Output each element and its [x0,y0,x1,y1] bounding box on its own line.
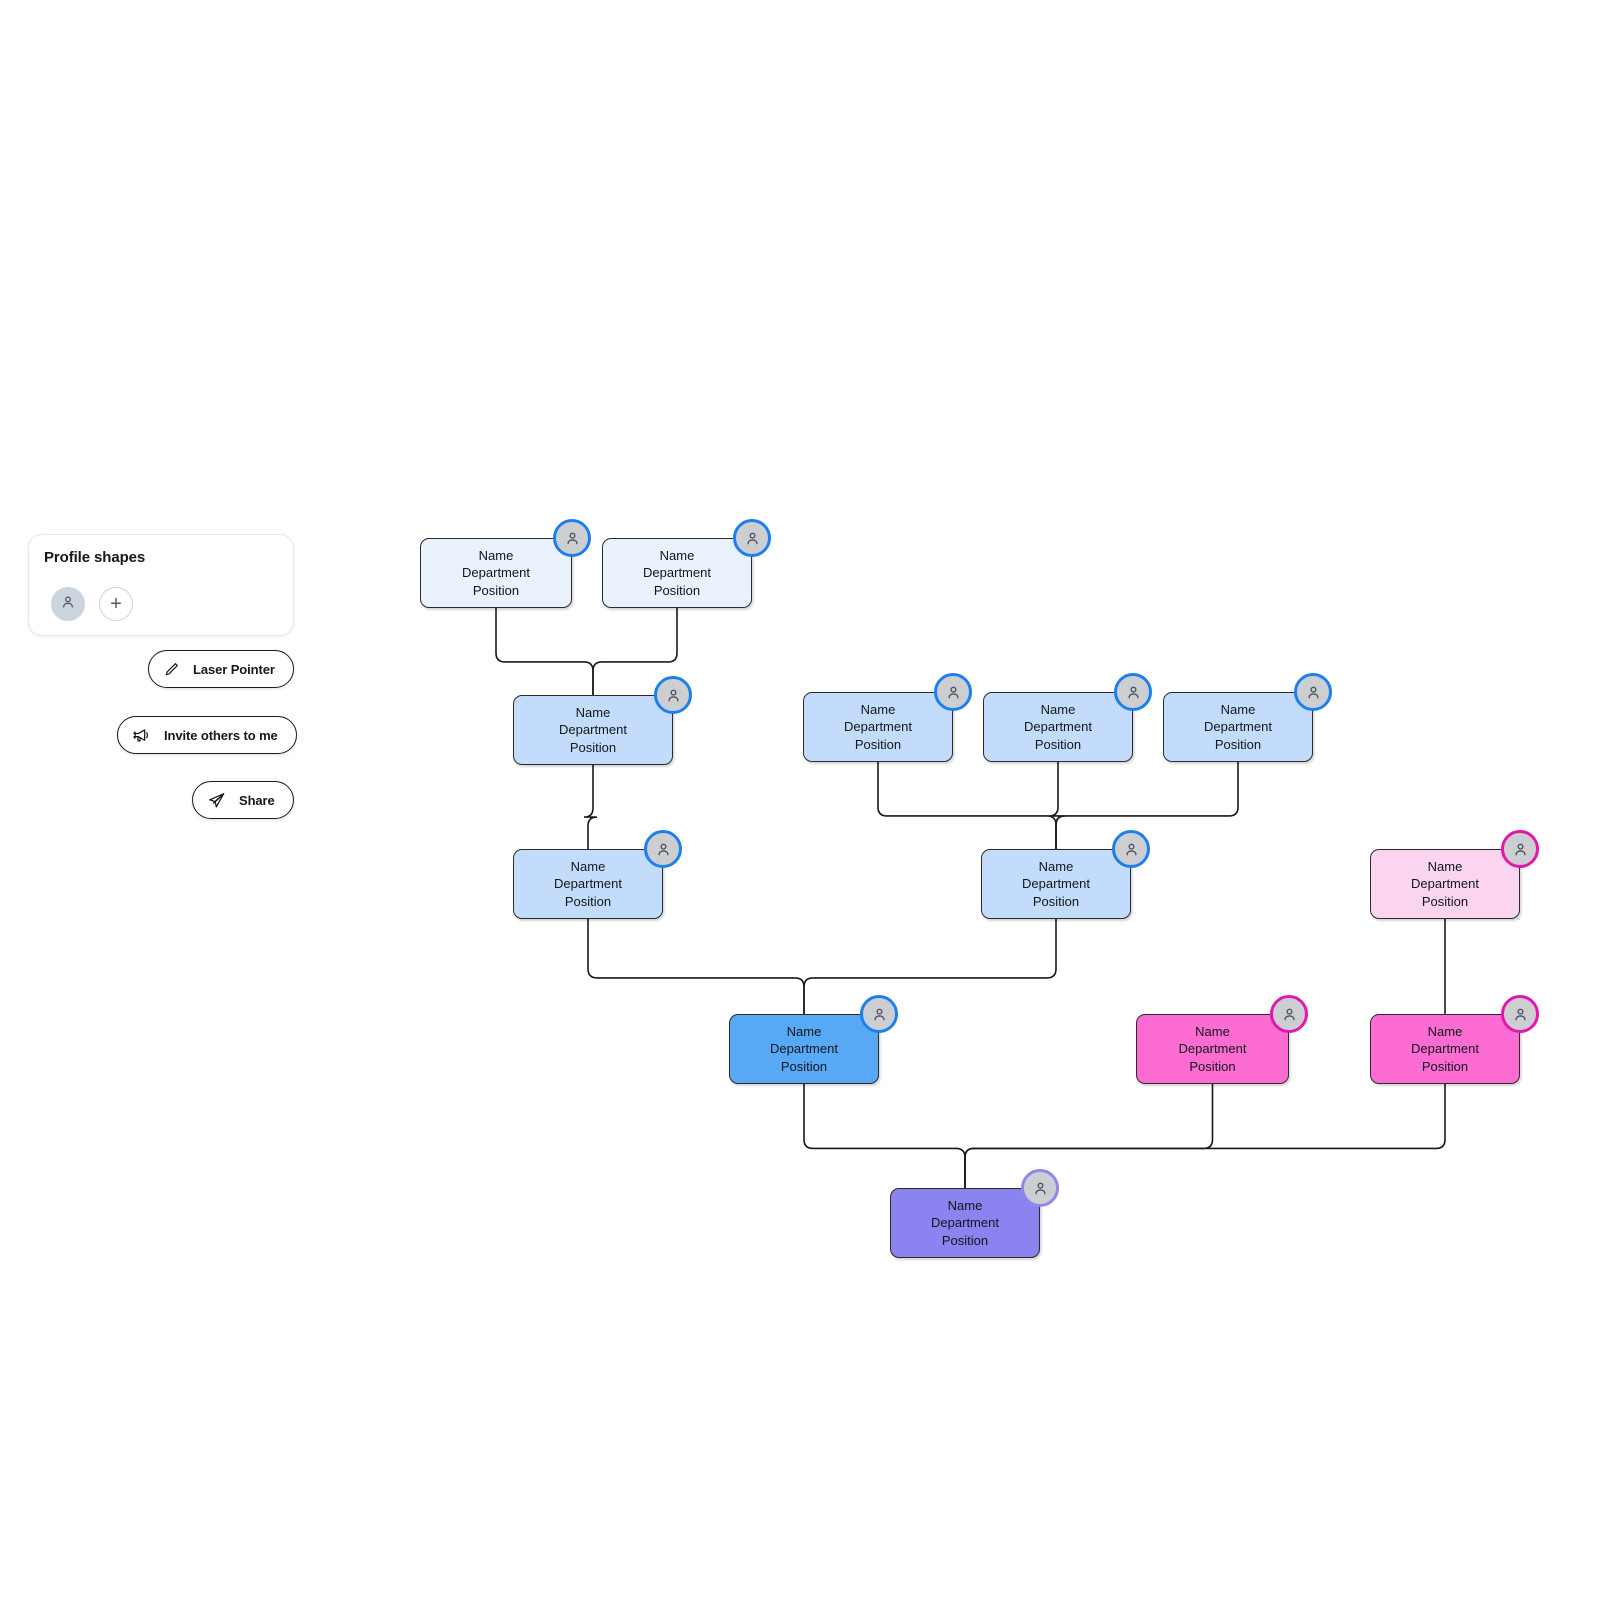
org-node-department: Department [643,565,711,581]
org-node-department: Department [559,722,627,738]
org-node-avatar-icon[interactable] [860,995,898,1033]
org-node-position: Position [854,736,902,752]
org-node[interactable]: Name Department Position [1163,692,1313,762]
org-node-name: Name [1427,1024,1463,1040]
whiteboard-canvas[interactable]: Name Department Position Name Department Posi… [0,0,1600,1600]
org-node-name: Name [1220,702,1256,718]
org-node-avatar-icon[interactable] [1270,995,1308,1033]
org-connector [587,919,805,1014]
org-node-name: Name [575,705,611,721]
share-label: Share [239,792,275,808]
org-connector [803,1084,966,1188]
org-connector [803,919,1057,1014]
org-node-position: Position [1189,1058,1236,1074]
org-node-avatar-icon[interactable] [733,519,771,557]
profile-shapes-panel: Profile shapes + [28,534,294,636]
org-connector [1055,762,1239,849]
megaphone-icon [132,726,151,745]
org-node-department: Department [1024,719,1092,735]
panel-title: Profile shapes [44,549,146,566]
laser-pointer-label: Laser Pointer [193,661,275,677]
org-node-name: Name [1195,1024,1230,1040]
person-icon [60,594,76,615]
add-shape-button[interactable]: + [99,587,133,621]
org-node-avatar-icon[interactable] [644,830,682,868]
org-node-name: Name [786,1024,822,1040]
org-node-department: Department [1411,1041,1479,1057]
org-node-department: Department [931,1215,999,1231]
org-node-department: Department [844,719,912,735]
org-node[interactable]: Name Department Position [1136,1014,1289,1084]
org-node-department: Department [1022,876,1090,892]
org-node[interactable]: Name Department Position [1370,849,1520,919]
org-node-name: Name [1038,859,1074,875]
pen-icon [163,661,180,678]
org-node[interactable]: Name Department Position [983,692,1133,762]
org-node-position: Position [1214,736,1262,752]
org-node-position: Position [941,1232,989,1248]
invite-others-button[interactable]: Invite others to me [117,716,297,754]
org-node[interactable]: Name Department Position [602,538,752,608]
org-connector [495,608,594,695]
org-connector [964,1084,1214,1188]
paper-plane-icon [207,791,226,810]
org-node[interactable]: Name Department Position [890,1188,1040,1258]
org-node-position: Position [780,1058,828,1074]
org-node-name: Name [860,702,896,718]
org-connector [1048,762,1066,849]
org-node-position: Position [1032,893,1080,909]
org-node-avatar-icon[interactable] [934,673,972,711]
org-node-position: Position [1034,736,1082,752]
org-node-avatar-icon[interactable] [1021,1169,1059,1207]
org-node-position: Position [564,893,612,909]
org-node-name: Name [947,1198,983,1214]
org-node[interactable]: Name Department Position [513,695,673,765]
org-node-department: Department [1411,876,1479,892]
org-node[interactable]: Name Department Position [803,692,953,762]
org-node-avatar-icon[interactable] [1501,995,1539,1033]
org-node-avatar-icon[interactable] [1114,673,1152,711]
org-node-position: Position [569,739,617,755]
person-shape-swatch[interactable] [51,587,85,621]
org-node[interactable]: Name Department Position [513,849,663,919]
org-node-name: Name [1427,859,1463,875]
org-connector [877,762,1057,849]
laser-pointer-button[interactable]: Laser Pointer [148,650,294,688]
org-node-name: Name [478,548,514,564]
org-node-name: Name [570,859,606,875]
org-node-avatar-icon[interactable] [1501,830,1539,868]
org-node-name: Name [659,548,695,564]
org-node-avatar-icon[interactable] [553,519,591,557]
org-node-position: Position [653,582,701,598]
org-node-avatar-icon[interactable] [1112,830,1150,868]
org-node-position: Position [472,582,520,598]
org-node[interactable]: Name Department Position [729,1014,879,1084]
org-node-position: Position [1421,893,1469,909]
plus-icon: + [110,593,122,615]
org-node-avatar-icon[interactable] [1294,673,1332,711]
org-connector [583,765,598,849]
org-node-avatar-icon[interactable] [654,676,692,714]
org-node-department: Department [1178,1041,1247,1057]
org-node[interactable]: Name Department Position [981,849,1131,919]
org-node-position: Position [1421,1058,1469,1074]
org-node-department: Department [554,876,622,892]
invite-others-label: Invite others to me [164,727,278,743]
org-node[interactable]: Name Department Position [420,538,572,608]
share-button[interactable]: Share [192,781,294,819]
org-node-department: Department [462,565,530,581]
org-node[interactable]: Name Department Position [1370,1014,1520,1084]
org-node-name: Name [1040,702,1076,718]
org-node-department: Department [1204,719,1272,735]
org-node-department: Department [770,1041,838,1057]
